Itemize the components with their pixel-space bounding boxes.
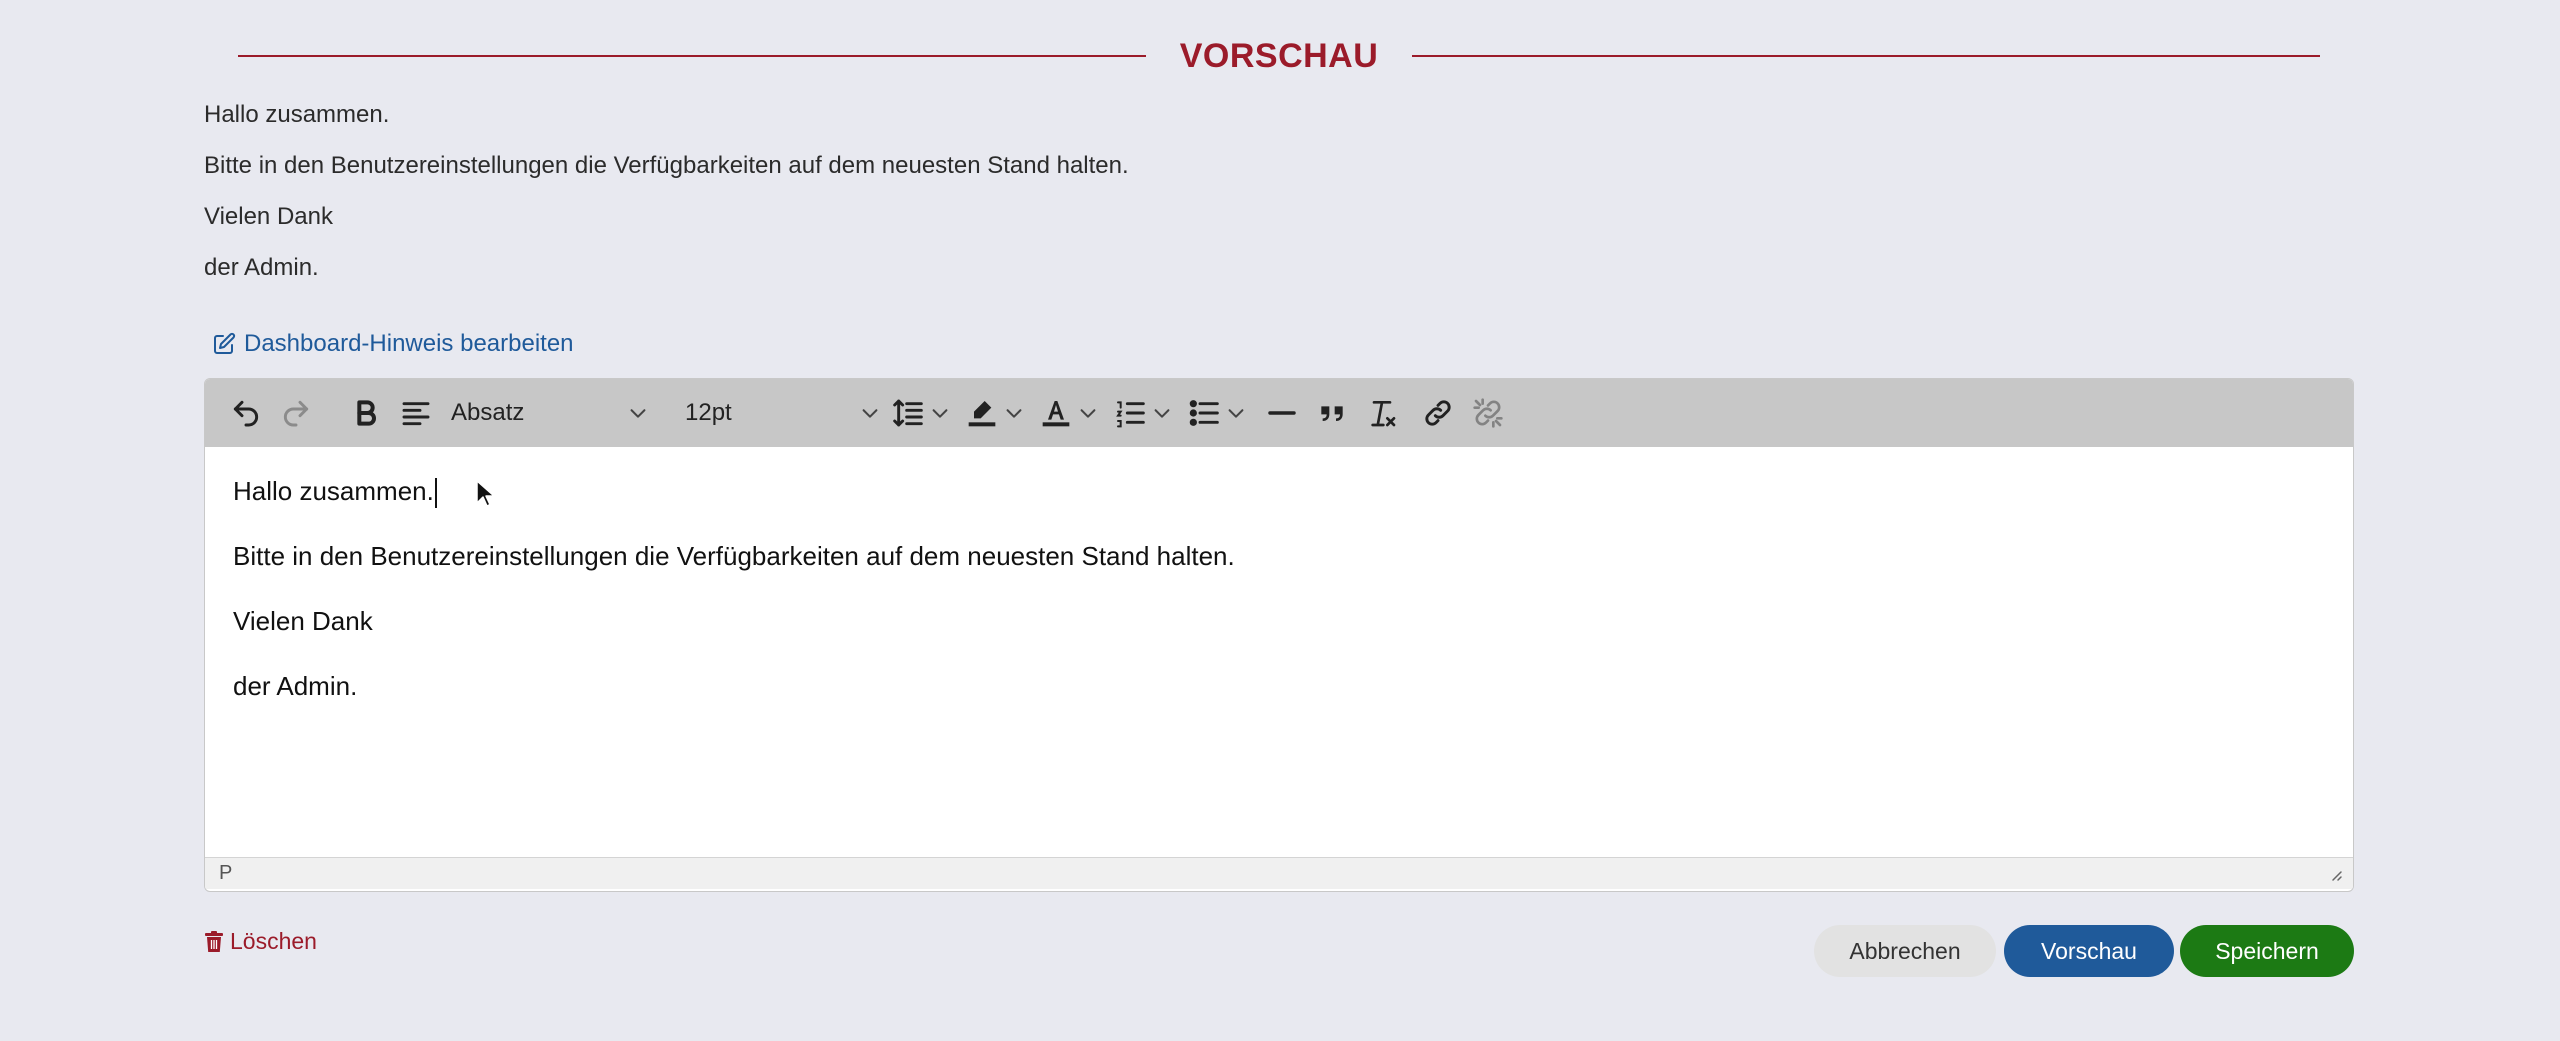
edit-dashboard-notice-link[interactable]: Dashboard-Hinweis bearbeiten (212, 330, 574, 358)
blockquote-icon (1321, 406, 1343, 421)
undo-icon (233, 400, 259, 427)
delete-link[interactable]: Löschen (204, 928, 317, 955)
clear-format-icon (1371, 401, 1396, 427)
link-icon (1425, 400, 1451, 426)
chevron-down-icon (1154, 409, 1170, 418)
numbered-list-button[interactable] (1109, 388, 1173, 438)
line-height-button[interactable] (887, 388, 951, 438)
chevron-down-icon (932, 409, 948, 418)
chevron-down-icon (1080, 409, 1096, 418)
highlight-color-button[interactable] (961, 388, 1025, 438)
align-left-icon (402, 402, 430, 426)
line-height-icon (893, 399, 923, 427)
redo-icon (283, 400, 309, 427)
bold-icon (357, 400, 376, 426)
text-color-button[interactable] (1035, 388, 1099, 438)
cancel-button[interactable]: Abbrechen (1814, 925, 1996, 977)
editor-line-text: Hallo zusammen. (233, 476, 434, 506)
bullet-list-button[interactable] (1183, 388, 1247, 438)
header-divider-right (1412, 55, 2321, 57)
font-size-select[interactable]: 12pt (675, 388, 887, 438)
editor-statusbar: P (205, 857, 2353, 889)
element-path[interactable]: P (219, 862, 232, 885)
preview-line: Hallo zusammen. (204, 101, 390, 128)
text-color-icon (1042, 401, 1070, 427)
chevron-down-icon (1228, 409, 1244, 418)
delete-label: Löschen (230, 928, 317, 954)
redo-button[interactable] (271, 388, 321, 438)
preview-line: Bitte in den Benutzereinstellungen die V… (204, 152, 1129, 179)
undo-button[interactable] (221, 388, 271, 438)
trash-icon (205, 930, 223, 952)
block-format-select[interactable]: Absatz (441, 388, 655, 438)
section-title: VORSCHAU (1179, 36, 1379, 75)
font-size-value: 12pt (685, 399, 732, 426)
editor-toolbar: Absatz 12pt (205, 379, 2353, 447)
bold-button[interactable] (341, 388, 391, 438)
insert-link-button[interactable] (1413, 388, 1463, 438)
highlight-icon (968, 401, 996, 427)
editor-content-area[interactable]: Hallo zusammen. Bitte in den Benutzerein… (205, 447, 2353, 857)
rich-text-editor: Absatz 12pt Hallo zusammen. Bitte in den… (204, 378, 2354, 892)
remove-link-button[interactable] (1463, 388, 1513, 438)
bullet-list-icon (1189, 400, 1219, 426)
edit-link-label: Dashboard-Hinweis bearbeiten (244, 330, 574, 357)
horizontal-rule-button[interactable] (1257, 388, 1307, 438)
horizontal-rule-icon (1268, 411, 1296, 415)
editor-paragraph[interactable]: Vielen Dank (233, 603, 2325, 668)
mouse-pointer-icon (476, 480, 495, 507)
chevron-down-icon (862, 409, 878, 418)
editor-paragraph[interactable]: Hallo zusammen. (233, 473, 2325, 538)
text-caret (434, 478, 437, 509)
preview-line: der Admin. (204, 254, 319, 281)
section-header: VORSCHAU (238, 28, 2321, 84)
save-button[interactable]: Speichern (2180, 925, 2354, 977)
editor-paragraph[interactable]: der Admin. (233, 668, 2325, 733)
preview-content: Hallo zusammen. Bitte in den Benutzerein… (204, 98, 2354, 302)
unlink-icon (1473, 398, 1503, 428)
editor-paragraph[interactable]: Bitte in den Benutzereinstellungen die V… (233, 538, 2325, 603)
numbered-list-icon (1116, 401, 1145, 428)
blockquote-button[interactable] (1307, 388, 1357, 438)
chevron-down-icon (1006, 409, 1022, 418)
preview-line: Vielen Dank (204, 203, 333, 230)
preview-button[interactable]: Vorschau (2004, 925, 2174, 977)
resize-handle-icon[interactable] (2327, 866, 2343, 882)
chevron-down-icon (630, 409, 646, 418)
align-left-button[interactable] (391, 388, 441, 438)
clear-formatting-button[interactable] (1357, 388, 1407, 438)
block-format-value: Absatz (451, 399, 525, 426)
edit-icon (214, 332, 236, 354)
header-divider-left (238, 55, 1146, 57)
